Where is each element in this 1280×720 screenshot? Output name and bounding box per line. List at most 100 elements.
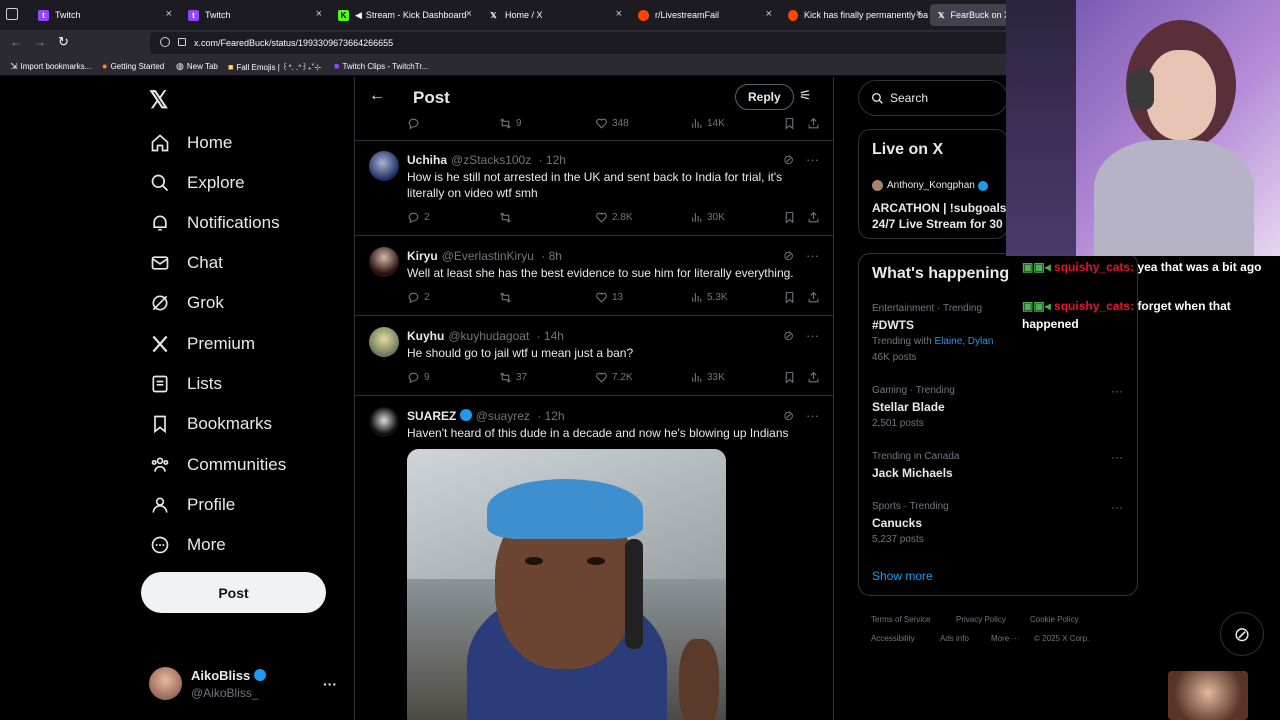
bookmark-item[interactable]: ■ Fall Emojis | ꒰ᐢ. .ᐢ꒱₊˚⊹ bbox=[228, 61, 321, 73]
sidebar-item-explore[interactable]: Explore bbox=[150, 168, 245, 198]
avatar[interactable] bbox=[369, 407, 399, 437]
live-host[interactable]: Anthony_Kongphan bbox=[872, 180, 988, 191]
bookmark-action[interactable] bbox=[783, 211, 800, 224]
reload-icon[interactable]: ↻ bbox=[58, 34, 69, 50]
sidebar-item-premium[interactable]: Premium bbox=[150, 329, 255, 359]
footer-link[interactable]: Cookie Policy bbox=[1030, 615, 1078, 624]
avatar[interactable] bbox=[369, 327, 399, 357]
close-tab-icon[interactable]: × bbox=[766, 8, 772, 20]
sidebar-item-notifications[interactable]: Notifications bbox=[150, 208, 280, 238]
back-arrow-icon[interactable]: ← bbox=[10, 35, 22, 49]
close-tab-icon[interactable]: × bbox=[466, 8, 472, 20]
reply-action[interactable]: 9 bbox=[407, 371, 430, 384]
sidebar-item-more[interactable]: More bbox=[150, 530, 226, 560]
browser-tab[interactable]: K ◀ Stream - Kick Dashboard × bbox=[330, 4, 478, 26]
bookmark-item[interactable]: ■ Twitch Clips - TwitchTr... bbox=[334, 61, 428, 71]
account-name[interactable]: AikoBliss bbox=[191, 668, 266, 683]
trend-item[interactable]: Trending in Canada Jack Michaels ··· bbox=[859, 446, 1137, 486]
grok-icon[interactable]: ⊘ bbox=[783, 328, 794, 344]
browser-tab[interactable]: t Twitch × bbox=[30, 4, 178, 26]
browser-tab[interactable]: t Twitch × bbox=[180, 4, 328, 26]
sidebar-item-home[interactable]: Home bbox=[150, 128, 232, 158]
reply-action[interactable]: 2 bbox=[407, 291, 430, 304]
trend-item[interactable]: Sports · Trending Canucks 5,237 posts ··… bbox=[859, 496, 1137, 548]
views-action[interactable]: 30K bbox=[690, 211, 725, 224]
tweet-author[interactable]: Kiryu @EverlastinKiryu · 8h bbox=[407, 249, 562, 263]
like-action[interactable]: 13 bbox=[595, 291, 623, 304]
like-action[interactable]: 2.8K bbox=[595, 211, 633, 224]
retweet-action[interactable]: 37 bbox=[499, 371, 527, 384]
retweet-action[interactable] bbox=[499, 211, 516, 224]
grok-icon[interactable]: ⊘ bbox=[783, 248, 794, 264]
tweet-author[interactable]: Uchiha @zStacks100z · 12h bbox=[407, 153, 566, 167]
filter-icon[interactable]: ⚟ bbox=[799, 87, 812, 104]
url-bar[interactable]: x.com/FearedBuck/status/1993309673664266… bbox=[150, 32, 1010, 54]
grok-icon[interactable]: ⊘ bbox=[1220, 612, 1264, 656]
share-action[interactable] bbox=[807, 211, 824, 224]
retweet-action[interactable] bbox=[499, 291, 516, 304]
trend-item[interactable]: Gaming · Trending Stellar Blade 2,501 po… bbox=[859, 380, 1137, 432]
sidebar-item-profile[interactable]: Profile bbox=[150, 490, 235, 520]
tab-overview-icon[interactable] bbox=[6, 8, 18, 20]
more-options-icon[interactable]: ··· bbox=[806, 152, 819, 168]
more-options-icon[interactable]: ··· bbox=[1111, 500, 1123, 514]
sidebar-item-chat[interactable]: Chat bbox=[150, 248, 223, 278]
sidebar-item-communities[interactable]: Communities bbox=[150, 450, 286, 480]
bookmark-item[interactable]: ● Getting Started bbox=[102, 61, 164, 71]
footer-link[interactable]: Ads info bbox=[940, 634, 969, 643]
like-action[interactable]: 348 bbox=[595, 117, 629, 130]
tweet-media-image[interactable] bbox=[407, 449, 726, 720]
bookmark-action[interactable] bbox=[783, 117, 800, 130]
like-action[interactable]: 7.2K bbox=[595, 371, 633, 384]
views-action[interactable]: 33K bbox=[690, 371, 725, 384]
close-tab-icon[interactable]: × bbox=[166, 8, 172, 20]
bookmark-item[interactable]: ◍ New Tab bbox=[176, 61, 218, 72]
browser-tab[interactable]: Kick has finally permanently ba × bbox=[780, 4, 928, 26]
sidebar-item-lists[interactable]: Lists bbox=[150, 369, 222, 399]
browser-tab[interactable]: 𝕏 Home / X × bbox=[480, 4, 628, 26]
avatar[interactable] bbox=[369, 247, 399, 277]
footer-link[interactable]: Privacy Policy bbox=[956, 615, 1006, 624]
live-stream-title[interactable]: ARCATHON | !subgoals 24/7 Live Stream fo… bbox=[872, 200, 1008, 232]
close-tab-icon[interactable]: × bbox=[316, 8, 322, 20]
more-options-icon[interactable]: ··· bbox=[806, 248, 819, 264]
close-tab-icon[interactable]: × bbox=[916, 8, 922, 20]
live-on-x-card[interactable]: Live on X Anthony_Kongphan ARCATHON | !s… bbox=[858, 129, 1008, 239]
reply-tweet[interactable]: Kiryu @EverlastinKiryu · 8h ⊘ ··· Well at … bbox=[355, 237, 833, 316]
more-options-icon[interactable]: ··· bbox=[1111, 384, 1123, 398]
reply-action[interactable]: 2 bbox=[407, 211, 430, 224]
post-button[interactable]: Post bbox=[141, 572, 326, 613]
url-text[interactable]: x.com/FearedBuck/status/1993309673664266… bbox=[194, 38, 393, 48]
footer-link[interactable]: Accessibility bbox=[871, 634, 915, 643]
tweet-author[interactable]: SUAREZ @suayrez · 12h bbox=[407, 409, 565, 423]
reply-button[interactable]: Reply bbox=[735, 84, 794, 110]
bookmark-action[interactable] bbox=[783, 371, 800, 384]
views-action[interactable]: 14K bbox=[690, 117, 725, 130]
share-action[interactable] bbox=[807, 371, 824, 384]
grok-icon[interactable]: ⊘ bbox=[783, 408, 794, 424]
tweet-author[interactable]: Kuyhu @kuyhudagoat · 14h bbox=[407, 329, 564, 343]
show-more-link[interactable]: Show more bbox=[872, 569, 933, 583]
forward-arrow-icon[interactable]: → bbox=[34, 35, 46, 49]
reply-tweet[interactable]: Uchiha @zStacks100z · 12h ⊘ ··· How is he … bbox=[355, 141, 833, 236]
sidebar-item-grok[interactable]: Grok bbox=[150, 288, 224, 318]
share-action[interactable] bbox=[807, 291, 824, 304]
footer-link[interactable]: Terms of Service bbox=[871, 615, 931, 624]
avatar[interactable] bbox=[149, 667, 182, 700]
avatar[interactable] bbox=[369, 151, 399, 181]
footer-link[interactable]: More ··· bbox=[991, 634, 1019, 643]
search-input[interactable]: Search bbox=[858, 80, 1008, 116]
reply-action[interactable] bbox=[407, 117, 424, 130]
close-tab-icon[interactable]: × bbox=[616, 8, 622, 20]
retweet-action[interactable]: 9 bbox=[499, 117, 522, 130]
browser-tab-active[interactable]: 𝕏 FearBuck on X: bbox=[930, 4, 1010, 26]
bookmark-action[interactable] bbox=[783, 291, 800, 304]
trend-link[interactable]: Elaine, Dylan bbox=[934, 336, 993, 347]
reply-tweet[interactable]: Kuyhu @kuyhudagoat · 14h ⊘ ··· He should g… bbox=[355, 317, 833, 396]
more-options-icon[interactable]: ··· bbox=[806, 328, 819, 344]
lock-icon[interactable] bbox=[178, 38, 186, 46]
reply-tweet[interactable]: SUAREZ @suayrez · 12h ⊘ ··· Haven't heard… bbox=[355, 397, 833, 720]
bookmark-item[interactable]: ⇲ Import bookmarks... bbox=[10, 61, 91, 72]
x-logo-icon[interactable]: 𝕏 bbox=[149, 86, 168, 115]
account-more-icon[interactable]: ··· bbox=[323, 676, 337, 692]
